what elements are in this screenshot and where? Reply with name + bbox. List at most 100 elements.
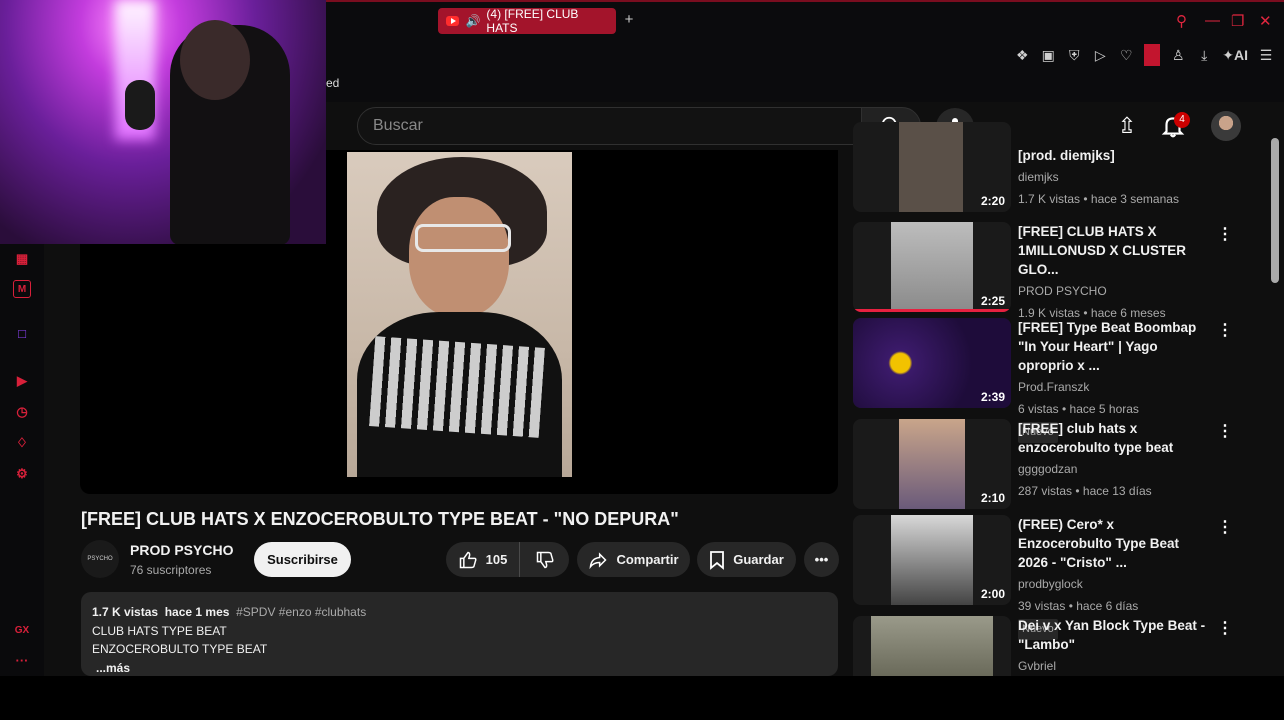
show-more-link[interactable]: ...más	[92, 659, 827, 678]
player-icon[interactable]: ▶	[13, 372, 31, 390]
rec-title: Dei v x Yan Block Type Beat - "Lambo"	[1018, 618, 1206, 652]
rec-title: [FREE] Type Beat Boombap "In Your Heart"…	[1018, 320, 1197, 373]
ai-button[interactable]: ✦AI	[1222, 47, 1248, 64]
rec-thumbnail-image	[891, 515, 973, 605]
new-tab-button[interactable]: +	[620, 11, 638, 29]
share-icon	[589, 551, 607, 569]
rec-menu-icon[interactable]: ⋮	[1217, 320, 1233, 340]
youtube-favicon-icon	[446, 16, 460, 26]
channel-name[interactable]: PROD PSYCHO	[130, 542, 233, 558]
description-box[interactable]: 1.7 K vistas hace 1 mes #SPDV #enzo #clu…	[81, 592, 838, 676]
rec-item[interactable]: 2:25 [FREE] CLUB HATS X 1MILLONUSD X CLU…	[853, 222, 1243, 320]
rec-item[interactable]: Dei v x Yan Block Type Beat - "Lambo" Gv…	[853, 616, 1243, 676]
play-icon[interactable]: ▷	[1092, 47, 1108, 64]
thumbs-down-icon	[536, 551, 554, 568]
rec-item[interactable]: 2:39 [FREE] Type Beat Boombap "In Your H…	[853, 318, 1243, 443]
like-button[interactable]: 105	[446, 542, 520, 577]
url-fragment: ed	[326, 76, 340, 90]
rec-channel: PROD PSYCHO	[1018, 284, 1107, 298]
rec-channel: prodbyglock	[1018, 577, 1083, 591]
hashtags[interactable]: #SPDV #enzo #clubhats	[236, 605, 366, 619]
rec-menu-icon[interactable]: ⋮	[1217, 421, 1233, 441]
ai-label: AI	[1234, 46, 1248, 63]
rec-thumbnail[interactable]: 2:00	[853, 515, 1011, 605]
rec-menu-icon[interactable]: ⋮	[1217, 224, 1233, 244]
dislike-button[interactable]	[520, 550, 569, 570]
rec-thumbnail[interactable]: 2:39	[853, 318, 1011, 408]
rec-thumbnail-image	[871, 616, 993, 676]
more-horizontal-icon: •••	[814, 552, 829, 567]
rec-title: [FREE] club hats x enzocerobulto type be…	[1018, 421, 1174, 455]
heart-icon[interactable]: ♡	[1118, 47, 1134, 64]
close-window-button[interactable]: ✕	[1259, 12, 1272, 30]
messenger-icon[interactable]: M	[13, 280, 31, 298]
rec-thumbnail[interactable]: 2:20	[853, 122, 1011, 212]
rec-thumbnail[interactable]	[853, 616, 1011, 676]
rec-thumbnail[interactable]: 2:10	[853, 419, 1011, 509]
settings-icon[interactable]: ⚙	[13, 465, 31, 483]
save-button[interactable]: Guardar	[697, 542, 796, 577]
search-input[interactable]: Buscar	[357, 107, 862, 145]
frame-face	[409, 197, 509, 317]
search-tabs-icon[interactable]: ⚲	[1176, 12, 1187, 30]
view-count: 1.7 K vistas	[92, 605, 159, 619]
rec-menu-icon[interactable]: ⋮	[1217, 517, 1233, 537]
share-button[interactable]: Compartir	[577, 542, 690, 577]
rec-channel: ggggodzan	[1018, 462, 1078, 476]
toolbar-divider	[1144, 44, 1161, 66]
speaker-icon[interactable]: 🔊	[465, 14, 480, 28]
rec-thumbnail[interactable]: 2:25	[853, 222, 1011, 312]
bookmark-icon	[710, 550, 725, 570]
minimize-button[interactable]: —	[1205, 12, 1220, 29]
rec-info: [FREE] club hats x enzocerobulto type be…	[1018, 419, 1210, 501]
download-icon[interactable]: ⤓	[1196, 47, 1212, 64]
subscribe-button[interactable]: Suscribirse	[254, 542, 351, 577]
pin-icon[interactable]: ❖	[1014, 47, 1030, 64]
snapshot-icon[interactable]: ▣	[1040, 47, 1056, 64]
rec-item[interactable]: 2:20 [prod. diemjks] diemjks 1.7 K vista…	[853, 122, 1243, 214]
page-scrollbar[interactable]	[1271, 138, 1279, 283]
upload-time: hace 1 mes	[164, 605, 230, 619]
like-dislike-group: 105	[446, 542, 569, 577]
description-line-1: CLUB HATS TYPE BEAT	[92, 623, 227, 638]
tab-title: (4) [FREE] CLUB HATS	[486, 7, 579, 35]
easy-setup-icon[interactable]: ☰	[1258, 47, 1274, 64]
rec-channel: Gvbriel	[1018, 659, 1057, 673]
rec-item[interactable]: 2:10 [FREE] club hats x enzocerobulto ty…	[853, 419, 1243, 511]
frame-shirt-print	[369, 336, 545, 438]
rec-duration: 2:39	[980, 390, 1005, 404]
discord-icon[interactable]: ▦	[13, 250, 31, 268]
description-meta: 1.7 K vistas hace 1 mes #SPDV #enzo #clu…	[92, 603, 827, 622]
maximize-button[interactable]: ❐	[1231, 12, 1244, 30]
rec-menu-icon[interactable]: ⋮	[1217, 618, 1233, 638]
extensions-icon[interactable]: ♢	[13, 434, 31, 452]
rec-meta: 39 vistas • hace 6 días	[1018, 599, 1139, 613]
rec-meta: 6 vistas • hace 5 horas	[1018, 402, 1139, 416]
rec-thumbnail-image	[899, 419, 965, 509]
frame-glasses	[415, 224, 511, 252]
browser-toolbar: ❖ ▣ ⛨ ▷ ♡ ♙ ⤓ ✦AI ☰	[1014, 44, 1274, 66]
history-icon[interactable]: ◷	[13, 403, 31, 421]
more-sidebar-icon[interactable]: ···	[13, 652, 31, 670]
subscriber-count: 76 suscriptores	[130, 563, 212, 577]
webcam-head	[180, 20, 250, 100]
video-frame-image	[347, 152, 572, 477]
rec-duration: 2:25	[980, 294, 1005, 308]
more-actions-button[interactable]: •••	[804, 542, 839, 577]
gx-logo-icon[interactable]: GX	[13, 622, 31, 640]
rec-channel: diemjks	[1018, 170, 1059, 184]
profile-icon[interactable]: ♙	[1170, 47, 1186, 64]
rec-duration: 2:20	[980, 194, 1005, 208]
channel-avatar[interactable]: PSYCHO	[81, 540, 119, 578]
watch-progress-bar	[853, 309, 1011, 312]
rec-title: [prod. diemjks]	[1018, 148, 1115, 163]
browser-tab-active[interactable]: 🔊 (4) [FREE] CLUB HATS	[438, 7, 616, 35]
rec-thumbnail-image	[899, 122, 963, 212]
thumbs-up-icon	[459, 551, 477, 568]
save-label: Guardar	[733, 552, 784, 567]
twitch-icon[interactable]: □	[13, 325, 31, 343]
share-label: Compartir	[616, 552, 679, 567]
rec-item[interactable]: 2:00 (FREE) Cero* x Enzocerobulto Type B…	[853, 515, 1243, 640]
like-count: 105	[485, 552, 508, 567]
shield-icon[interactable]: ⛨	[1066, 47, 1082, 64]
